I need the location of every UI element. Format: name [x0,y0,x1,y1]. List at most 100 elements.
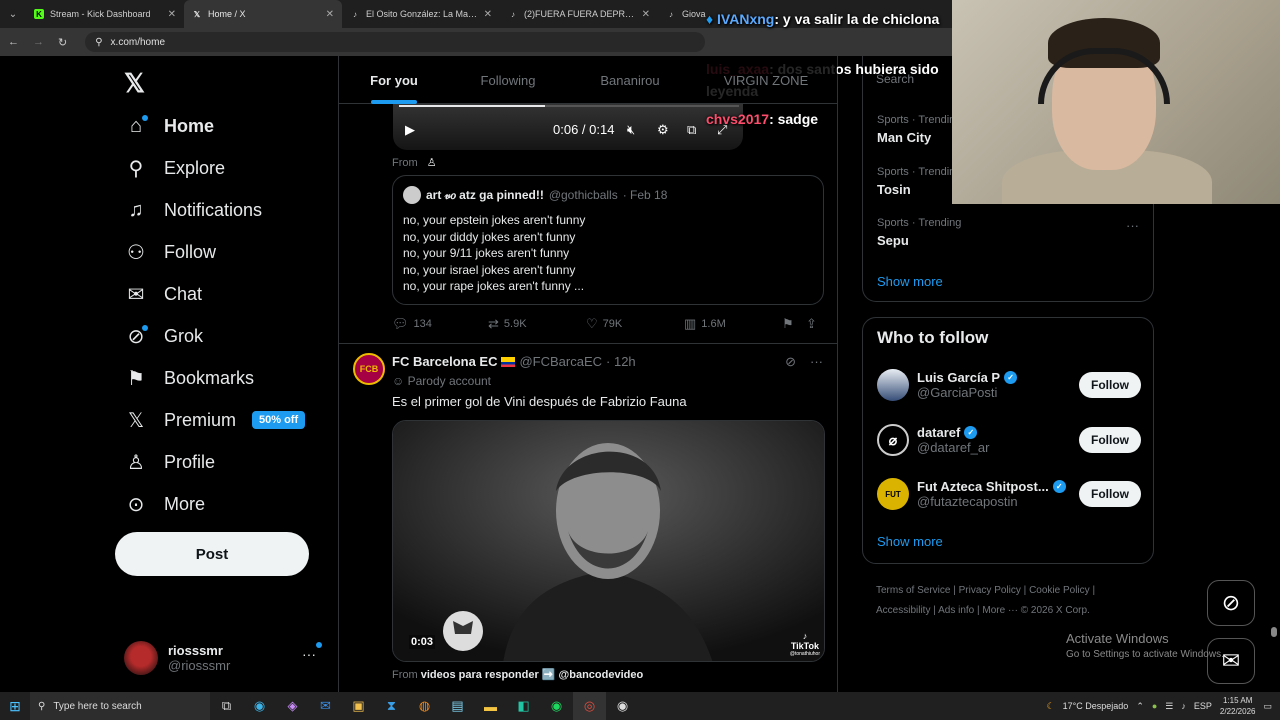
more-dots-icon[interactable]: ··· [810,354,823,370]
post-author-handle[interactable]: @FCBarcaEC [519,354,602,369]
obs-icon[interactable]: ◉ [606,692,639,720]
footer-link[interactable]: More ··· [982,605,1018,616]
avatar[interactable]: FCB [353,353,385,385]
store-icon[interactable]: ▣ [342,692,375,720]
grok-icon[interactable]: ⊘ [785,354,796,370]
settings-icon[interactable]: ⚙ [657,122,669,138]
folder-icon[interactable]: ▬ [474,692,507,720]
firefox-icon[interactable]: ◍ [408,692,441,720]
close-tab-icon[interactable]: ✕ [168,9,176,20]
nav-home[interactable]: ⌂ Home [124,106,214,146]
clock[interactable]: 1:15 AM 2/22/2026 [1220,695,1256,717]
tab-3[interactable]: ♪ (2)FUERA FUERA DEPRESION: D ✕ [500,0,658,28]
tab-bananirou[interactable]: Bananirou [567,56,693,104]
post-author-name[interactable]: FC Barcelona EC [392,354,497,369]
like-button[interactable]: ♡ 79K [586,316,684,332]
from-source: videos para responder ➡️ @bancodevideo [420,669,644,681]
grok-floating-button[interactable]: ⊘ [1207,580,1255,626]
video-progress-bar[interactable] [399,105,739,107]
back-icon[interactable]: ← [8,36,19,48]
tab-virgin-zone[interactable]: VIRGIN ZONE [693,56,837,104]
tab-title: El Osito González: La Mascota de [366,9,478,19]
footer-link[interactable]: Privacy Policy [959,585,1021,596]
tiktok-watermark: ♪ TikTok @tonathiuhor [790,631,820,657]
chrome-icon[interactable]: ◎ [573,692,606,720]
who-to-follow-show-more[interactable]: Show more [877,534,943,549]
nav-grok[interactable]: ⊘ Grok [124,316,203,356]
play-icon[interactable]: ▶ [405,122,415,138]
x-logo-icon[interactable]: 𝕏 [124,68,145,99]
tab-for-you[interactable]: For you [339,56,449,104]
volume-icon[interactable]: ♪ [1181,701,1186,711]
video-source[interactable]: From videos para responder ➡️ @bancodevi… [392,668,643,681]
post-time[interactable]: · 12h [606,354,636,369]
nav-explore[interactable]: ⚲ Explore [124,148,225,188]
spotify-icon[interactable]: ◉ [540,692,573,720]
tab-0[interactable]: K Stream - Kick Dashboard ✕ [26,0,184,28]
footer-link[interactable]: Ads info [938,605,974,616]
follow-button[interactable]: Follow [1079,372,1141,398]
taskbar-search[interactable]: ⚲ Type here to search [30,692,210,720]
forward-icon[interactable]: → [33,36,44,48]
notepad-icon[interactable]: ▤ [441,692,474,720]
trends-show-more[interactable]: Show more [877,274,943,289]
address-bar[interactable]: ⚲ x.com/home [85,32,706,52]
footer-link[interactable]: Terms of Service [876,585,950,596]
follow-button[interactable]: Follow [1079,481,1141,507]
chevron-up-icon[interactable]: ⌃ [1136,701,1144,712]
account-switcher[interactable]: riosssmr @riosssmr ··· [124,638,324,678]
trend-item[interactable]: Sports · Trending Sepu [877,217,961,248]
views-button[interactable]: ▥ 1.6M [684,316,782,332]
follow-suggestion[interactable]: ⌀ dataref ✓ @dataref_ar Follow [877,420,1141,460]
tray-app-icon[interactable]: ● [1152,701,1157,711]
edge-icon[interactable]: ◉ [243,692,276,720]
notification-icon[interactable]: ▭ [1263,701,1272,712]
follow-button[interactable]: Follow [1079,427,1141,453]
more-dots-icon[interactable]: ··· [1126,218,1139,233]
nav-profile[interactable]: ♙ Profile [124,442,215,482]
quoted-post[interactable]: art 𝓋𝑜 atz ga pinned!! @gothicballs · Fe… [392,175,824,305]
nav-premium[interactable]: 𝕏 Premium 50% off [124,400,306,440]
follow-suggestion[interactable]: Luis García P ✓ @GarciaPosti Follow [877,365,1141,405]
close-tab-icon[interactable]: ✕ [326,9,334,20]
reload-icon[interactable]: ↻ [58,36,67,49]
post-button[interactable]: Post [115,532,309,576]
nav-bookmarks[interactable]: ⚑ Bookmarks [124,358,254,398]
nav-notifications[interactable]: ♫ Notifications [124,190,263,230]
task-view-icon[interactable]: ⧉ [210,692,243,720]
tab-2[interactable]: ♪ El Osito González: La Mascota de ✕ [342,0,500,28]
page-scrollbar[interactable] [1271,627,1277,637]
language-indicator[interactable]: ESP [1194,701,1212,711]
mute-icon[interactable]: 🔇︎ [627,122,635,138]
nav-more[interactable]: ⊙ More [124,484,205,524]
nav-chat[interactable]: ✉ Chat [124,274,202,314]
bookmark-button[interactable]: ⚑ [782,316,806,332]
nav-follow[interactable]: ⚇ Follow [124,232,216,272]
reply-button[interactable]: 💬︎ 134 [392,316,488,332]
site-info-icon[interactable]: ⚲ [95,37,102,48]
post-video[interactable]: 0:03 ♪ TikTok @tonathiuhor [392,420,825,662]
avatar [403,186,421,204]
outlook-icon[interactable]: ✉ [309,692,342,720]
pip-icon[interactable]: ⧉ [687,122,696,138]
close-tab-icon[interactable]: ✕ [642,9,650,20]
vscode-icon[interactable]: ⧗ [375,692,408,720]
close-tab-icon[interactable]: ✕ [484,9,492,20]
who-to-follow-title: Who to follow [877,328,989,347]
windows-start-icon[interactable]: ⊞ [0,692,30,720]
network-icon[interactable]: ☰ [1165,701,1173,712]
trend-item[interactable]: Sports · Trending Tosin [877,166,961,197]
tab-1[interactable]: 𝕏 Home / X ✕ [184,0,342,28]
footer-link[interactable]: Accessibility [876,605,930,616]
share-button[interactable]: ⇪ [806,316,817,332]
follow-suggestion[interactable]: FUT Fut Azteca Shitpost... ✓ @futaztecapo… [877,474,1141,514]
repost-button[interactable]: ⇄ 5.9K [488,316,586,332]
activate-windows-watermark: Activate Windows Go to Settings to activ… [1066,631,1224,663]
tab-search-button[interactable]: ⌄ [0,0,26,28]
footer-link[interactable]: Cookie Policy [1029,585,1090,596]
copilot-icon[interactable]: ◈ [276,692,309,720]
more-dots-icon[interactable]: ··· [302,642,322,662]
video-player-controls[interactable]: ▶ 0:06 / 0:14 🔇︎ ⚙ ⧉ ⤢ [393,104,743,150]
app-icon[interactable]: ◧ [507,692,540,720]
tab-following[interactable]: Following [449,56,567,104]
